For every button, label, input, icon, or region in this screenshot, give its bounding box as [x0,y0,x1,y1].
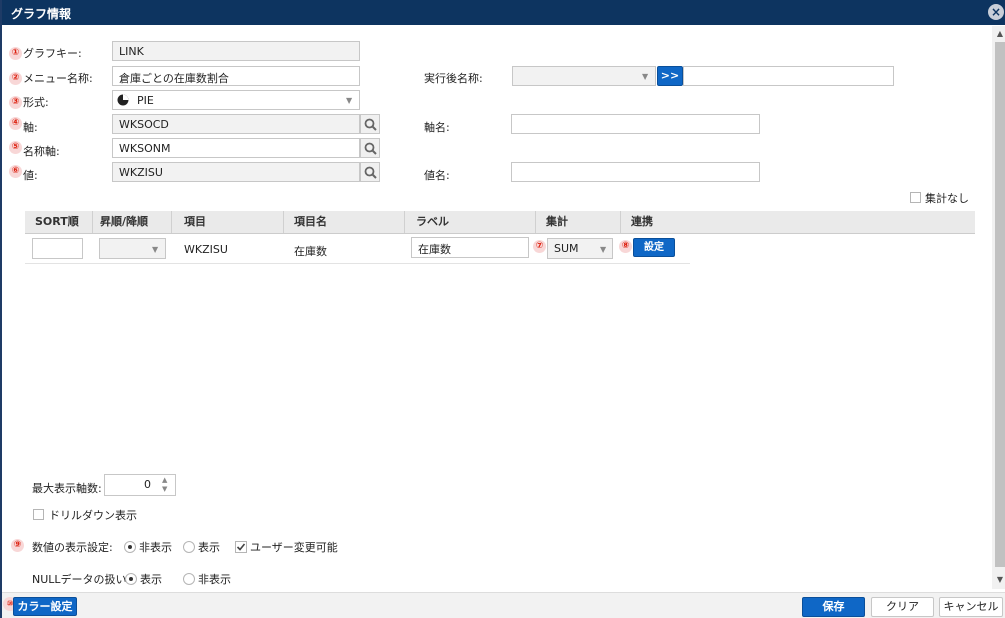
sort-order-input[interactable] [32,238,83,259]
pie-chart-icon [117,94,129,106]
col-aggregate: 集計 [546,215,568,228]
title-bar: グラフ情報 × [2,0,1005,25]
post-exec-name-select[interactable] [512,66,656,86]
badge-9: ⑨ [11,539,24,552]
null-hide-label: 非表示 [198,573,231,586]
row-label-input[interactable]: 在庫数 [411,237,529,258]
search-icon [364,118,377,131]
col-item-name: 項目名 [294,215,327,228]
badge-3: ③ [9,96,22,109]
graph-key-label: グラフキー: [23,47,82,60]
axis-field[interactable]: WKSOCD [112,114,360,134]
value-name-field[interactable] [511,162,760,182]
table-row: ▼ WKZISU 在庫数 在庫数 ⑦ SUM ▼ ⑧ 設定 [25,235,690,264]
post-exec-name-field[interactable] [683,66,894,86]
name-axis-search-button[interactable] [360,138,380,158]
search-icon [364,142,377,155]
null-show-label: 表示 [140,573,162,586]
name-axis-label: 名称軸: [23,145,60,158]
name-axis-field[interactable]: WKSONM [112,138,360,158]
row-item: WKZISU [184,243,228,256]
badge-5: ⑤ [9,141,22,154]
dialog-title: グラフ情報 [11,7,72,21]
post-exec-name-label: 実行後名称: [424,72,483,85]
null-handling-label: NULLデータの扱い [32,573,127,586]
link-settings-button[interactable]: 設定 [633,238,675,257]
cancel-button[interactable]: キャンセル [939,597,1003,617]
axis-search-button[interactable] [360,114,380,134]
menu-name-field[interactable]: 倉庫ごとの在庫数割合 [112,66,360,86]
chevron-down-icon: ▼ [346,96,353,105]
badge-2: ② [9,72,22,85]
scroll-down-icon[interactable]: ▼ [995,574,1005,586]
user-changeable-checkbox[interactable] [235,541,247,553]
format-select[interactable]: PIE [112,90,360,110]
graph-info-dialog: グラフ情報 × ① グラフキー: LINK ② メニュー名称: 倉庫ごとの在庫数… [0,0,1005,618]
table-header: SORT順 昇順/降順 項目 項目名 ラベル 集計 連携 [25,211,975,234]
check-icon [235,541,247,553]
value-label: 値: [23,169,38,182]
axis-name-label: 軸名: [424,121,450,134]
null-hide-radio[interactable] [183,573,195,585]
col-link: 連携 [631,215,653,228]
close-icon[interactable]: × [988,4,1004,20]
badge-6: ⑥ [9,165,22,178]
format-value: PIE [137,94,154,107]
axis-name-field[interactable] [511,114,760,134]
value-field[interactable]: WKZISU [112,162,360,182]
post-exec-select-button[interactable]: >> [657,66,683,86]
value-display-show-radio[interactable] [183,541,195,553]
drilldown-checkbox[interactable] [33,509,44,520]
chevron-down-icon: ▼ [642,72,649,81]
badge-4: ④ [9,117,22,130]
vertical-scrollbar[interactable]: ▲ ▼ [992,26,1005,589]
max-axis-label: 最大表示軸数: [32,482,102,495]
value-search-button[interactable] [360,162,380,182]
value-display-hide-label: 非表示 [139,541,172,554]
menu-name-label: メニュー名称: [23,72,93,85]
value-name-label: 値名: [424,169,450,182]
format-label: 形式: [23,96,49,109]
no-aggregation-checkbox[interactable] [910,192,921,203]
clear-button[interactable]: クリア [871,597,934,617]
badge-1: ① [9,47,22,60]
chevron-down-icon: ▼ [600,245,607,254]
row-item-name: 在庫数 [294,245,327,258]
spinner-down-icon[interactable]: ▼ [162,485,167,493]
col-order: 昇順/降順 [100,215,149,228]
search-icon [364,166,377,179]
color-settings-button[interactable]: カラー設定 [13,597,77,616]
col-sort: SORT順 [35,215,79,228]
null-show-radio[interactable] [125,573,137,585]
spinner-up-icon[interactable]: ▲ [162,476,167,484]
col-label: ラベル [416,215,449,228]
scroll-up-icon[interactable]: ▲ [995,28,1005,40]
value-display-label: 数値の表示設定: [32,541,113,554]
value-display-hide-radio[interactable] [124,541,136,553]
user-changeable-label: ユーザー変更可能 [250,541,338,554]
chevron-down-icon: ▼ [152,245,159,254]
save-button[interactable]: 保存 [802,597,865,617]
value-display-show-label: 表示 [198,541,220,554]
footer-bar: ⑩ カラー設定 保存 クリア キャンセル [2,592,1005,618]
badge-7: ⑦ [533,240,546,253]
badge-8: ⑧ [619,240,632,253]
axis-label: 軸: [23,121,38,134]
no-aggregation-label: 集計なし [925,192,969,205]
graph-key-field[interactable]: LINK [112,41,360,61]
col-item: 項目 [184,215,206,228]
scrollbar-thumb[interactable] [995,42,1005,567]
drilldown-label: ドリルダウン表示 [49,509,137,522]
